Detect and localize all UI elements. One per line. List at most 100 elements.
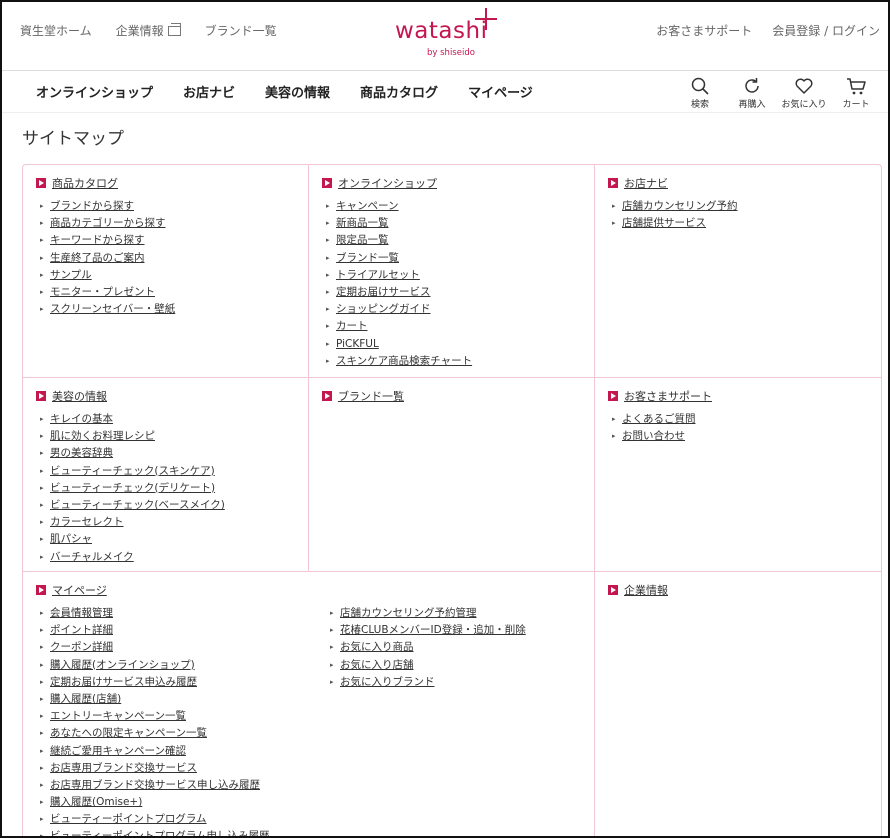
- sitemap-link[interactable]: 店舗カウンセリング予約: [622, 198, 738, 215]
- section-heading[interactable]: お客さまサポート: [608, 389, 881, 403]
- sitemap-link[interactable]: PiCKFUL: [336, 336, 379, 353]
- list-item[interactable]: ▸ 生産終了品のご案内: [40, 250, 308, 267]
- sitemap-link[interactable]: 商品カテゴリーから探す: [50, 215, 166, 232]
- sitemap-link[interactable]: 定期お届けサービス申込み履歴: [50, 674, 197, 691]
- sitemap-link[interactable]: ビューティーチェック(デリケート): [50, 480, 215, 497]
- list-item[interactable]: ▸ あなたへの限定キャンペーン一覧: [40, 725, 326, 742]
- list-item[interactable]: ▸ カラーセレクト: [40, 514, 308, 531]
- sitemap-link[interactable]: スクリーンセイバー・壁紙: [50, 301, 175, 318]
- section-heading[interactable]: 商品カタログ: [36, 176, 308, 190]
- sitemap-link[interactable]: キャンペーン: [336, 198, 398, 215]
- section-title-brands[interactable]: ブランド一覧: [338, 388, 404, 404]
- sitemap-link[interactable]: サンプル: [50, 267, 92, 284]
- brand-list-link[interactable]: ブランド一覧: [205, 22, 277, 39]
- list-item[interactable]: ▸ ポイント詳細: [40, 622, 326, 639]
- list-item[interactable]: ▸ ビューティーポイントプログラム: [40, 811, 326, 828]
- list-item[interactable]: ▸ モニター・プレゼント: [40, 284, 308, 301]
- list-item[interactable]: ▸ ブランドから探す: [40, 198, 308, 215]
- sitemap-link[interactable]: お気に入りブランド: [340, 674, 435, 691]
- sitemap-link[interactable]: お店専用ブランド交換サービス: [50, 760, 197, 777]
- list-item[interactable]: ▸ お気に入りブランド: [330, 674, 590, 691]
- section-title-corporate[interactable]: 企業情報: [624, 582, 668, 598]
- sitemap-link[interactable]: モニター・プレゼント: [50, 284, 155, 301]
- section-title-shop-navi[interactable]: お店ナビ: [624, 175, 668, 191]
- sitemap-link[interactable]: 継続ご愛用キャンペーン確認: [50, 743, 186, 760]
- list-item[interactable]: ▸ 新商品一覧: [326, 215, 594, 232]
- section-title-online-shop[interactable]: オンラインショップ: [338, 175, 437, 191]
- section-heading[interactable]: 企業情報: [608, 583, 881, 597]
- section-heading[interactable]: マイページ: [36, 583, 594, 597]
- favorites-button[interactable]: お気に入り: [778, 76, 830, 110]
- list-item[interactable]: ▸ お気に入り商品: [330, 639, 590, 656]
- sitemap-link[interactable]: ビューティーポイントプログラム申し込み履歴: [50, 828, 270, 836]
- list-item[interactable]: ▸ 会員情報管理: [40, 605, 326, 622]
- list-item[interactable]: ▸ お店専用ブランド交換サービス: [40, 760, 326, 777]
- sitemap-link[interactable]: 購入履歴(店舗): [50, 691, 121, 708]
- sitemap-link[interactable]: 肌パシャ: [50, 531, 92, 548]
- search-button[interactable]: 検索: [674, 76, 726, 110]
- sitemap-link[interactable]: スキンケア商品検索チャート: [336, 353, 472, 370]
- list-item[interactable]: ▸ クーポン詳細: [40, 639, 326, 656]
- list-item[interactable]: ▸ 肌パシャ: [40, 531, 308, 548]
- nav-online-shop[interactable]: オンラインショップ: [36, 82, 153, 101]
- register-link[interactable]: 会員登録: [772, 24, 820, 38]
- sitemap-link[interactable]: ビューティーチェック(ベースメイク): [50, 497, 225, 514]
- list-item[interactable]: ▸ 継続ご愛用キャンペーン確認: [40, 743, 326, 760]
- section-heading[interactable]: 美容の情報: [36, 389, 308, 403]
- list-item[interactable]: ▸ PiCKFUL: [326, 336, 594, 353]
- sitemap-link[interactable]: カート: [336, 318, 368, 335]
- list-item[interactable]: ▸ よくあるご質問: [612, 411, 881, 428]
- list-item[interactable]: ▸ キャンペーン: [326, 198, 594, 215]
- sitemap-link[interactable]: クーポン詳細: [50, 639, 113, 656]
- sitemap-link[interactable]: ビューティーポイントプログラム: [50, 811, 207, 828]
- corporate-info-link[interactable]: 企業情報: [116, 22, 181, 39]
- sitemap-link[interactable]: 店舗カウンセリング予約管理: [340, 605, 477, 622]
- sitemap-link[interactable]: ブランド一覧: [336, 250, 399, 267]
- list-item[interactable]: ▸ 店舗提供サービス: [612, 215, 881, 232]
- list-item[interactable]: ▸ 限定品一覧: [326, 232, 594, 249]
- list-item[interactable]: ▸ トライアルセット: [326, 267, 594, 284]
- sitemap-link[interactable]: 購入履歴(Omise+): [50, 794, 142, 811]
- list-item[interactable]: ▸ 肌に効くお料理レシピ: [40, 428, 308, 445]
- nav-beauty-info[interactable]: 美容の情報: [265, 82, 330, 101]
- customer-support-link[interactable]: お客さまサポート: [656, 22, 752, 39]
- section-title-catalog[interactable]: 商品カタログ: [52, 175, 118, 191]
- sitemap-link[interactable]: 花椿CLUBメンバーID登録・追加・削除: [340, 622, 526, 639]
- sitemap-link[interactable]: お店専用ブランド交換サービス申し込み履歴: [50, 777, 260, 794]
- list-item[interactable]: ▸ ビューティーチェック(スキンケア): [40, 463, 308, 480]
- list-item[interactable]: ▸ お問い合わせ: [612, 428, 881, 445]
- list-item[interactable]: ▸ カート: [326, 318, 594, 335]
- list-item[interactable]: ▸ 店舗カウンセリング予約管理: [330, 605, 590, 622]
- list-item[interactable]: ▸ キーワードから探す: [40, 232, 308, 249]
- list-item[interactable]: ▸ ビューティーチェック(ベースメイク): [40, 497, 308, 514]
- nav-mypage[interactable]: マイページ: [468, 82, 533, 101]
- nav-product-catalog[interactable]: 商品カタログ: [360, 82, 438, 101]
- sitemap-link[interactable]: エントリーキャンペーン一覧: [50, 708, 186, 725]
- sitemap-link[interactable]: 購入履歴(オンラインショップ): [50, 657, 195, 674]
- list-item[interactable]: ▸ 購入履歴(Omise+): [40, 794, 326, 811]
- section-heading[interactable]: オンラインショップ: [322, 176, 594, 190]
- login-link[interactable]: ログイン: [832, 24, 880, 38]
- sitemap-link[interactable]: 肌に効くお料理レシピ: [50, 428, 155, 445]
- sitemap-link[interactable]: 会員情報管理: [50, 605, 113, 622]
- sitemap-link[interactable]: あなたへの限定キャンペーン一覧: [50, 725, 207, 742]
- sitemap-link[interactable]: キーワードから探す: [50, 232, 145, 249]
- list-item[interactable]: ▸ スキンケア商品検索チャート: [326, 353, 594, 370]
- list-item[interactable]: ▸ ビューティーチェック(デリケート): [40, 480, 308, 497]
- list-item[interactable]: ▸ 定期お届けサービス申込み履歴: [40, 674, 326, 691]
- list-item[interactable]: ▸ 購入履歴(店舗): [40, 691, 326, 708]
- sitemap-link[interactable]: お問い合わせ: [622, 428, 685, 445]
- list-item[interactable]: ▸ 定期お届けサービス: [326, 284, 594, 301]
- sitemap-link[interactable]: よくあるご質問: [622, 411, 696, 428]
- sitemap-link[interactable]: 男の美容辞典: [50, 445, 113, 462]
- sitemap-link[interactable]: お気に入り店舗: [340, 657, 414, 674]
- cart-button[interactable]: カート: [830, 76, 882, 110]
- list-item[interactable]: ▸ お店専用ブランド交換サービス申し込み履歴: [40, 777, 326, 794]
- reorder-button[interactable]: 再購入: [726, 76, 778, 110]
- list-item[interactable]: ▸ 花椿CLUBメンバーID登録・追加・削除: [330, 622, 590, 639]
- shiseido-home-link[interactable]: 資生堂ホーム: [20, 22, 92, 39]
- sitemap-link[interactable]: カラーセレクト: [50, 514, 124, 531]
- sitemap-link[interactable]: お気に入り商品: [340, 639, 414, 656]
- section-title-beauty[interactable]: 美容の情報: [52, 388, 107, 404]
- list-item[interactable]: ▸ ビューティーポイントプログラム申し込み履歴: [40, 828, 326, 836]
